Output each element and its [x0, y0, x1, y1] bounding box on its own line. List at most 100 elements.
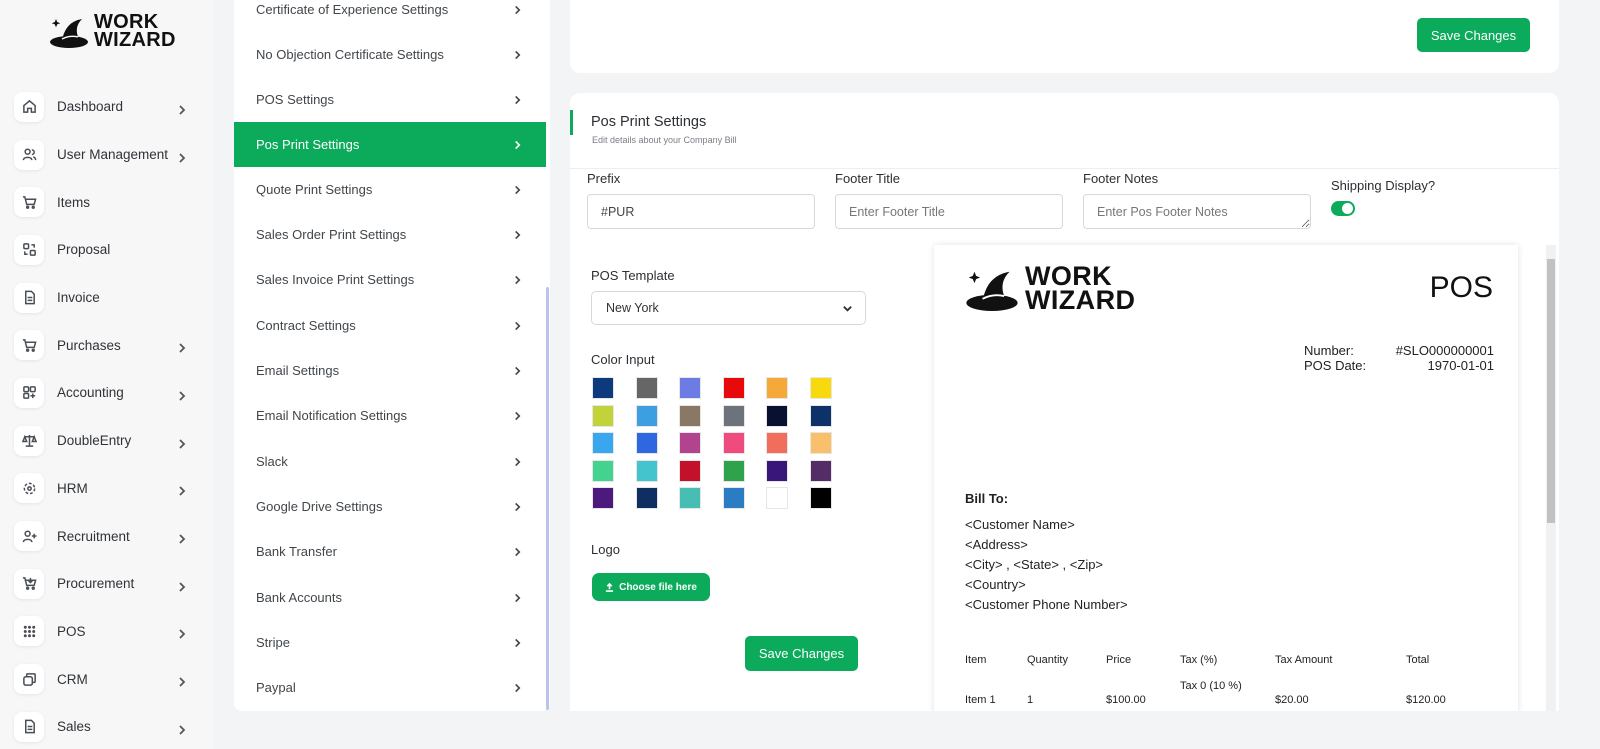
table-cell: $20.00 — [1275, 694, 1309, 706]
bill-to-address: <Customer Name> <Address> <City> , <Stat… — [965, 515, 1128, 615]
submenu-item-sales-invoice-print-settings[interactable]: Sales Invoice Print Settings — [234, 257, 546, 302]
choose-file-button[interactable]: Choose file here — [592, 573, 710, 601]
color-swatch[interactable] — [766, 432, 788, 454]
sidebar-item-procurement[interactable]: Procurement — [14, 560, 204, 608]
chevron-down-icon — [842, 303, 853, 317]
color-swatch[interactable] — [766, 377, 788, 399]
header-accent-bar — [570, 110, 573, 135]
color-swatch[interactable] — [592, 432, 614, 454]
sidebar-item-sales[interactable]: Sales — [14, 703, 204, 749]
color-swatch[interactable] — [635, 459, 658, 482]
chevron-right-icon — [177, 626, 187, 640]
submenu-item-sales-order-print-settings[interactable]: Sales Order Print Settings — [234, 212, 546, 257]
footer-notes-textarea[interactable] — [1083, 194, 1311, 229]
color-swatch[interactable] — [809, 404, 832, 427]
color-swatch[interactable] — [766, 459, 788, 482]
color-swatch[interactable] — [679, 404, 701, 427]
submenu-item-label: Sales Invoice Print Settings — [256, 272, 415, 287]
sidebar-item-accounting[interactable]: Accounting — [14, 369, 204, 417]
footer-title-input[interactable] — [835, 194, 1063, 229]
submenu-scrollbar[interactable] — [546, 287, 549, 710]
color-swatch[interactable] — [592, 377, 614, 399]
color-input-label: Color Input — [591, 352, 655, 367]
color-swatch[interactable] — [635, 377, 658, 399]
color-swatch[interactable] — [722, 459, 745, 482]
color-swatch[interactable] — [635, 404, 658, 427]
address-line: <Customer Name> — [965, 517, 1075, 532]
color-swatch[interactable] — [679, 487, 701, 509]
color-swatch[interactable] — [766, 487, 788, 509]
submenu-item-label: Contract Settings — [256, 318, 356, 333]
sidebar-item-proposal[interactable]: Proposal — [14, 226, 204, 274]
color-swatch[interactable] — [592, 404, 614, 427]
chevron-right-icon — [513, 454, 522, 469]
color-swatch[interactable] — [809, 377, 832, 399]
sidebar-item-pos[interactable]: POS — [14, 608, 204, 656]
color-swatch[interactable] — [635, 432, 658, 454]
submenu-item-label: Paypal — [256, 680, 296, 695]
submenu-item-label: Bank Accounts — [256, 590, 342, 605]
submenu-item-slack[interactable]: Slack — [234, 439, 546, 484]
hrm-icon — [14, 473, 44, 504]
prefix-input[interactable] — [587, 194, 815, 229]
color-swatch[interactable] — [722, 404, 745, 427]
sidebar-item-purchases[interactable]: Purchases — [14, 321, 204, 369]
color-swatch[interactable] — [809, 432, 832, 454]
submenu-item-bank-accounts[interactable]: Bank Accounts — [234, 575, 546, 620]
pos-print-settings-card: Pos Print Settings Edit details about yo… — [570, 93, 1559, 711]
chevron-right-icon — [177, 722, 187, 735]
submenu-item-pos-settings[interactable]: POS Settings — [234, 77, 546, 122]
save-changes-button[interactable]: Save Changes — [1417, 18, 1530, 52]
submenu-item-contract-settings[interactable]: Contract Settings — [234, 303, 546, 348]
card-header: Pos Print Settings Edit details about yo… — [570, 93, 1559, 169]
color-swatch[interactable] — [809, 487, 832, 509]
sidebar-item-invoice[interactable]: Invoice — [14, 274, 204, 322]
sidebar-item-recruitment[interactable]: Recruitment — [14, 512, 204, 560]
sidebar-item-crm[interactable]: CRM — [14, 655, 204, 703]
color-swatch[interactable] — [766, 404, 788, 427]
chevron-right-icon — [177, 436, 187, 449]
brand-wordmark: WORK WIZARD — [94, 11, 176, 51]
submenu-item-stripe[interactable]: Stripe — [234, 620, 546, 665]
submenu-item-label: Pos Print Settings — [256, 137, 360, 152]
color-swatch[interactable] — [722, 377, 745, 399]
submenu-item-email-settings[interactable]: Email Settings — [234, 348, 546, 393]
sidebar-item-user-management[interactable]: User Management — [14, 131, 204, 179]
sidebar-item-dashboard[interactable]: Dashboard — [14, 83, 204, 131]
brand-logo[interactable]: WORK WIZARD — [48, 11, 176, 51]
submenu-item-google-drive-settings[interactable]: Google Drive Settings — [234, 484, 546, 529]
scrollbar-thumb[interactable] — [1547, 259, 1555, 523]
sidebar-item-items[interactable]: Items — [14, 178, 204, 226]
color-swatch[interactable] — [679, 377, 701, 399]
color-swatch[interactable] — [679, 432, 701, 454]
submenu-item-quote-print-settings[interactable]: Quote Print Settings — [234, 167, 546, 212]
sidebar-item-hrm[interactable]: HRM — [14, 465, 204, 513]
submenu-item-email-notification-settings[interactable]: Email Notification Settings — [234, 393, 546, 438]
color-swatch[interactable] — [592, 459, 614, 482]
submenu-item-certificate-of-experience[interactable]: Certificate of Experience Settings — [234, 0, 546, 32]
shipping-display-toggle[interactable] — [1331, 201, 1355, 216]
color-swatch[interactable] — [722, 487, 745, 509]
sidebar-item-doubleentry[interactable]: DoubleEntry — [14, 417, 204, 465]
color-swatch[interactable] — [592, 487, 614, 509]
submenu-item-pos-print-settings[interactable]: Pos Print Settings — [234, 122, 546, 167]
submenu-item-label: Sales Order Print Settings — [256, 227, 407, 242]
chevron-right-icon — [177, 102, 187, 115]
color-swatch[interactable] — [635, 487, 658, 509]
submenu-item-no-objection-certificate[interactable]: No Objection Certificate Settings — [234, 32, 546, 77]
save-changes-button[interactable]: Save Changes — [745, 636, 858, 671]
preview-items-table: Item Quantity Price Tax (%) Tax Amount T… — [965, 654, 1495, 711]
sidebar-item-label: Procurement — [57, 576, 135, 592]
preview-scrollbar[interactable] — [1546, 245, 1556, 711]
color-swatch[interactable] — [722, 432, 745, 454]
chevron-right-icon — [513, 47, 522, 62]
table-header: Quantity — [1027, 654, 1068, 666]
color-swatch[interactable] — [679, 459, 701, 482]
color-swatch[interactable] — [809, 459, 832, 482]
table-header: Item — [965, 654, 987, 666]
submenu-item-paypal[interactable]: Paypal — [234, 665, 546, 710]
sidebar-item-label: CRM — [57, 671, 88, 687]
pos-template-select[interactable]: New York — [591, 291, 866, 325]
submenu-item-label: Quote Print Settings — [256, 182, 373, 197]
submenu-item-bank-transfer[interactable]: Bank Transfer — [234, 529, 546, 574]
